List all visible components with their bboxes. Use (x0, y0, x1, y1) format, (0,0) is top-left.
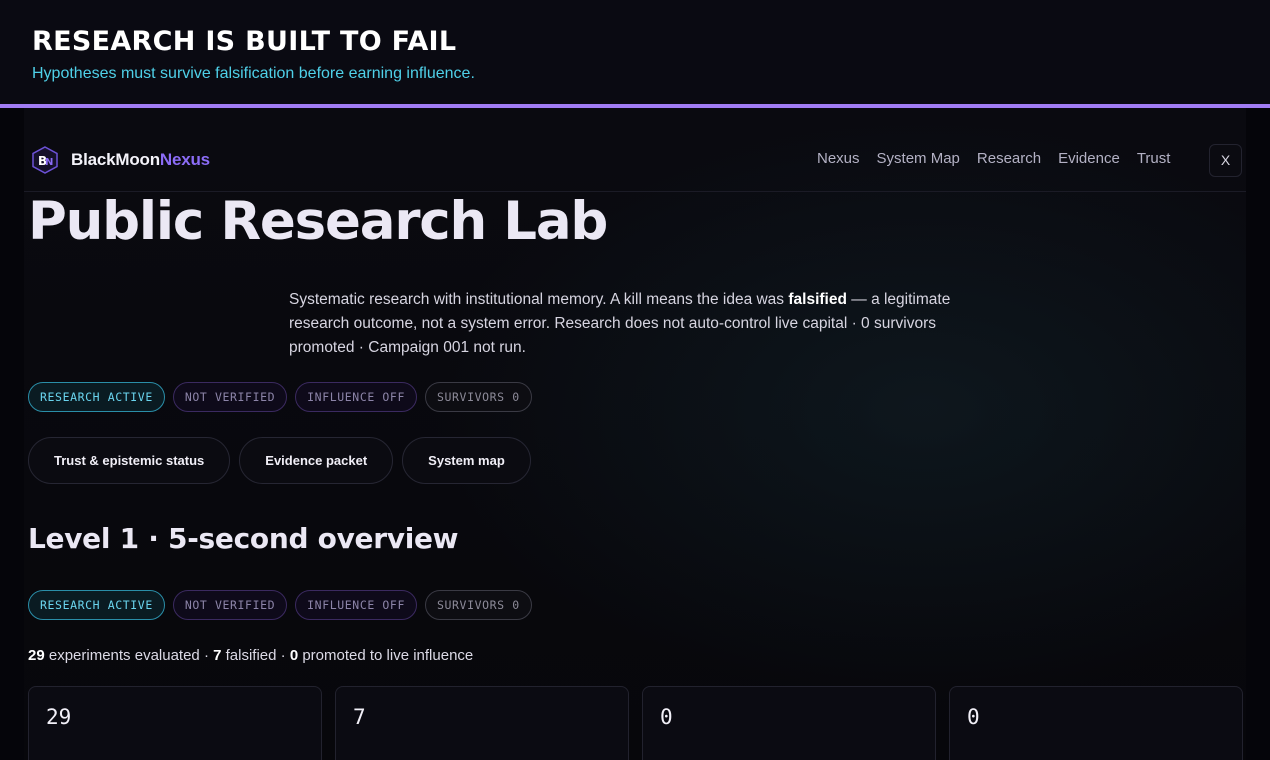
svg-text:N: N (45, 157, 53, 168)
nav-links: Nexus System Map Research Evidence Trust (817, 150, 1187, 167)
stat-value: 29 (46, 705, 72, 729)
stat-value: 7 (353, 705, 366, 729)
stat-card-evaluated: 29 (28, 686, 322, 760)
section-heading: Level 1 · 5-second overview (28, 522, 459, 555)
status-badges-overview: RESEARCH ACTIVE NOT VERIFIED INFLUENCE O… (28, 590, 532, 620)
summary-promoted-count: 0 (289, 647, 299, 664)
banner-subtitle: Hypotheses must survive falsification be… (32, 65, 475, 82)
summary-evaluated-count: 29 (28, 647, 45, 664)
status-badges-top: RESEARCH ACTIVE NOT VERIFIED INFLUENCE O… (28, 382, 532, 412)
brand-name[interactable]: BlackMoonNexus (71, 150, 210, 170)
banner-title: RESEARCH IS BUILT TO FAIL (32, 26, 457, 57)
badge-research-active: RESEARCH ACTIVE (28, 382, 165, 412)
nav-link-research[interactable]: Research (977, 150, 1041, 167)
overview-summary: 29 experiments evaluated · 7 falsified ·… (28, 647, 473, 664)
badge-survivors: SURVIVORS 0 (424, 382, 532, 412)
nav-link-trust[interactable]: Trust (1137, 150, 1171, 167)
page-description: Systematic research with institutional m… (289, 288, 979, 360)
badge-research-active: RESEARCH ACTIVE (28, 590, 165, 620)
summary-falsified-label: falsified · (221, 647, 290, 664)
brand-name-accent: Nexus (159, 150, 210, 169)
trust-status-button[interactable]: Trust & epistemic status (28, 437, 231, 484)
badge-survivors: SURVIVORS 0 (424, 590, 532, 620)
stat-card-survivors: 0 (949, 686, 1243, 760)
description-emphasis: falsified (788, 291, 847, 308)
badge-not-verified: NOT VERIFIED (172, 590, 288, 620)
stat-value: 0 (967, 705, 980, 729)
research-lab-panel: B N BlackMoonNexus Nexus System Map Rese… (24, 108, 1246, 760)
top-banner: RESEARCH IS BUILT TO FAIL Hypotheses mus… (0, 0, 1270, 104)
nav-link-evidence[interactable]: Evidence (1058, 150, 1120, 167)
top-nav: B N BlackMoonNexus Nexus System Map Rese… (24, 130, 1246, 192)
close-button[interactable]: X (1209, 144, 1242, 177)
page-title: Public Research Lab (28, 191, 608, 252)
description-text-1: Systematic research with institutional m… (289, 291, 789, 308)
nav-link-system-map[interactable]: System Map (877, 150, 960, 167)
evidence-packet-button[interactable]: Evidence packet (239, 437, 394, 484)
badge-influence-off: INFLUENCE OFF (295, 382, 417, 412)
summary-evaluated-label: experiments evaluated · (44, 647, 214, 664)
system-map-button[interactable]: System map (402, 437, 531, 484)
badge-not-verified: NOT VERIFIED (172, 382, 288, 412)
summary-promoted-label: promoted to live influence (298, 647, 474, 664)
stat-card-falsified: 7 (335, 686, 629, 760)
quick-links: Trust & epistemic status Evidence packet… (28, 437, 531, 484)
nav-link-nexus[interactable]: Nexus (817, 150, 860, 167)
stat-value: 0 (660, 705, 673, 729)
stat-card-promoted: 0 (642, 686, 936, 760)
badge-influence-off: INFLUENCE OFF (295, 590, 417, 620)
brand-name-main: BlackMoon (71, 150, 160, 169)
brand-logo-icon[interactable]: B N (32, 146, 58, 174)
stat-cards: 29 7 0 0 (28, 686, 1243, 760)
